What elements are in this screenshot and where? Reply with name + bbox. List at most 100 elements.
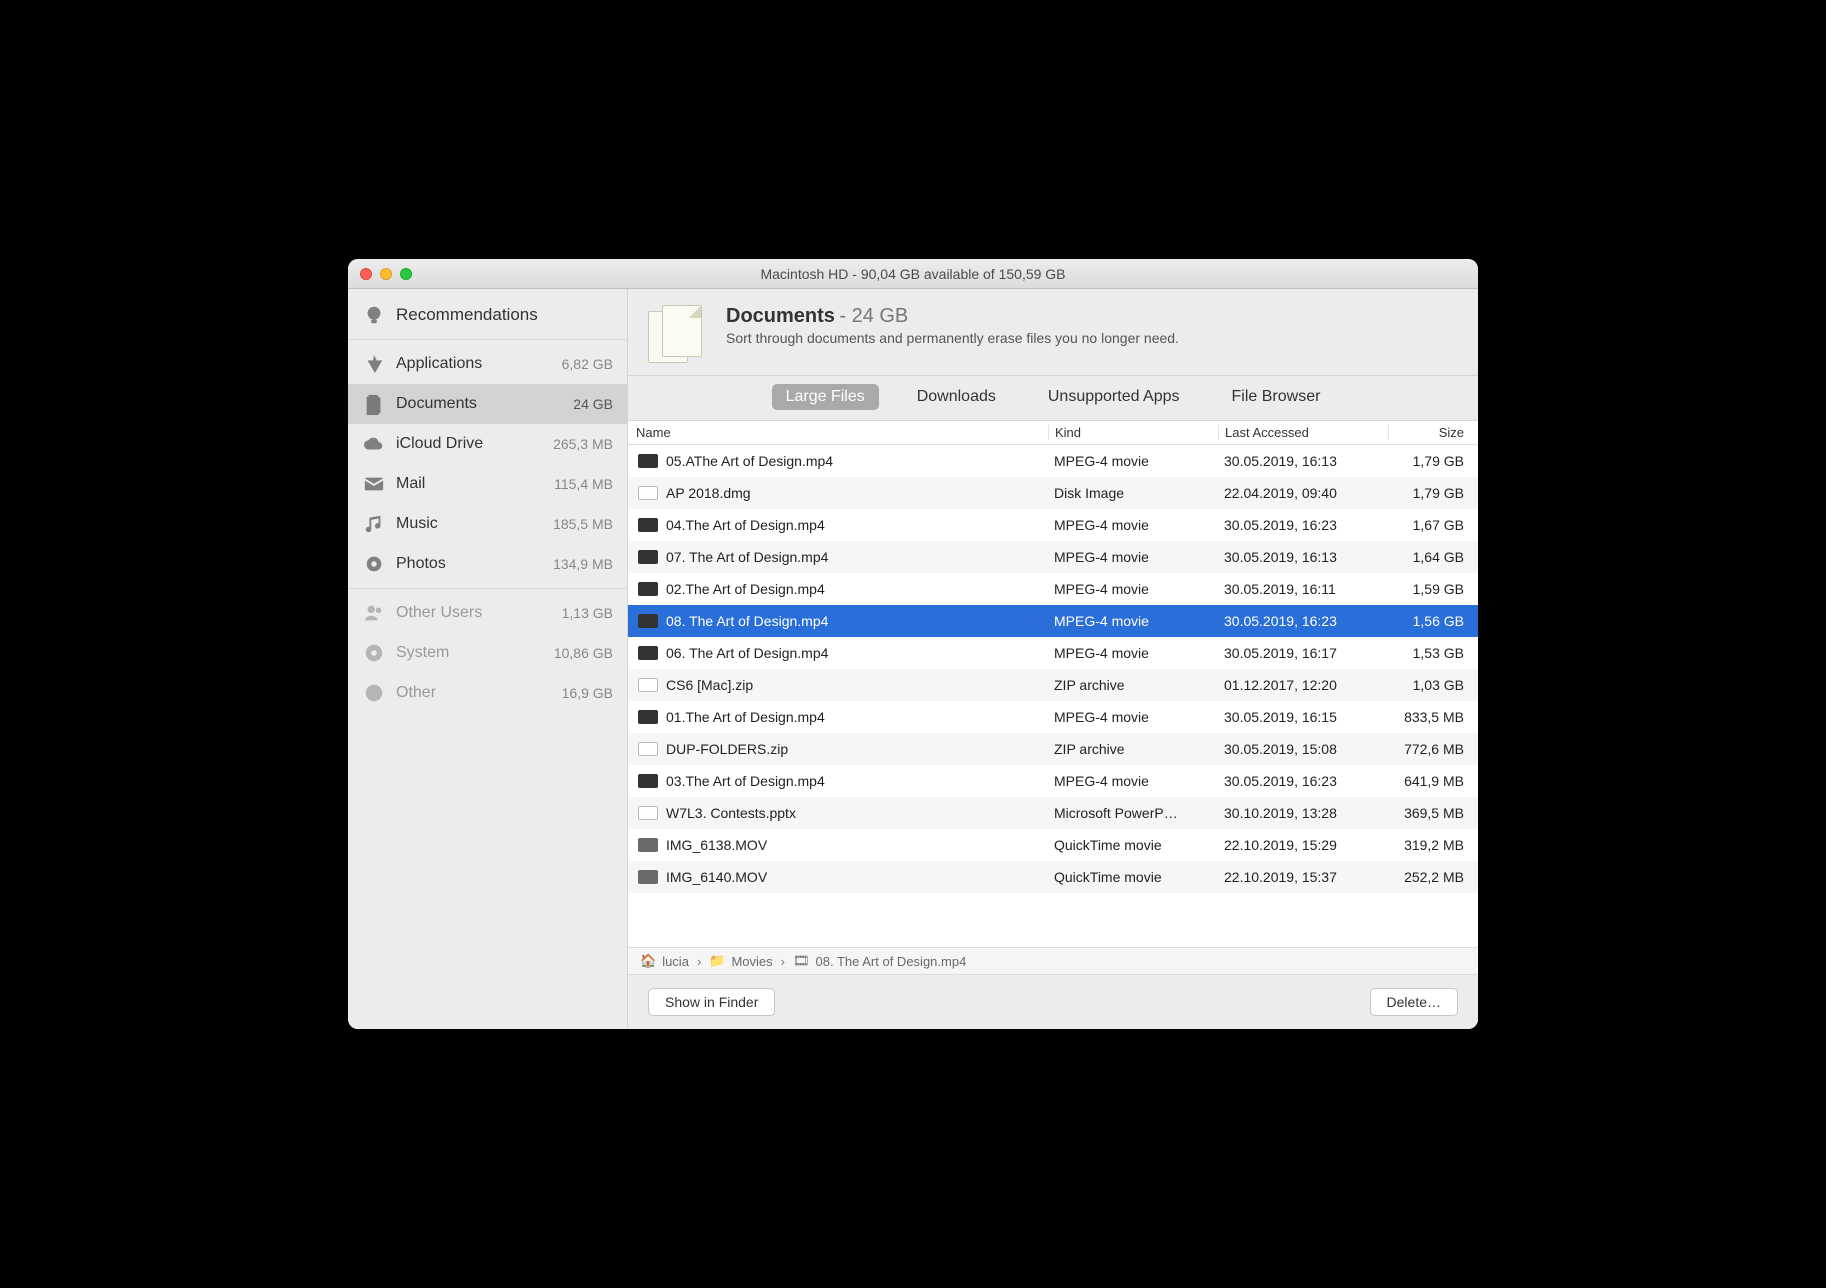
category-title: Documents: [726, 305, 835, 327]
sidebar-item-label: Documents: [396, 395, 573, 413]
sidebar-item-system[interactable]: System 10,86 GB: [348, 633, 627, 673]
documents-large-icon: [648, 305, 708, 365]
cloud-icon: [362, 432, 386, 456]
table-row[interactable]: 05.AThe Art of Design.mp4MPEG-4 movie30.…: [628, 445, 1478, 477]
sidebar-item-recommendations[interactable]: Recommendations: [348, 295, 627, 335]
path-bar: 🏠 lucia 📁 Movies 🎞 08. The Art of Design…: [628, 947, 1478, 975]
file-size: 1,03 GB: [1388, 677, 1478, 693]
table-row[interactable]: IMG_6138.MOVQuickTime movie22.10.2019, 1…: [628, 829, 1478, 861]
sidebar-item-size: 6,82 GB: [562, 356, 613, 372]
mail-icon: [362, 472, 386, 496]
photos-icon: [362, 552, 386, 576]
path-segment[interactable]: 08. The Art of Design.mp4: [816, 954, 967, 969]
table-row[interactable]: 04.The Art of Design.mp4MPEG-4 movie30.0…: [628, 509, 1478, 541]
delete-button[interactable]: Delete…: [1370, 988, 1458, 1016]
sidebar-item-size: 265,3 MB: [553, 436, 613, 452]
home-icon: 🏠: [640, 953, 656, 969]
file-type-icon: [638, 454, 658, 468]
table-row[interactable]: 02.The Art of Design.mp4MPEG-4 movie30.0…: [628, 573, 1478, 605]
table-row[interactable]: AP 2018.dmgDisk Image22.04.2019, 09:401,…: [628, 477, 1478, 509]
table-row[interactable]: IMG_6140.MOVQuickTime movie22.10.2019, 1…: [628, 861, 1478, 893]
file-name: 02.The Art of Design.mp4: [666, 581, 1048, 597]
column-header-last-accessed[interactable]: Last Accessed: [1218, 425, 1388, 440]
file-name: 03.The Art of Design.mp4: [666, 773, 1048, 789]
category-header: Documents - 24 GB Sort through documents…: [628, 289, 1478, 376]
file-kind: MPEG-4 movie: [1048, 581, 1218, 597]
file-name: DUP-FOLDERS.zip: [666, 741, 1048, 757]
sidebar-item-label: iCloud Drive: [396, 435, 553, 453]
sidebar-item-size: 115,4 MB: [554, 476, 613, 492]
sidebar-item-label: Photos: [396, 555, 553, 573]
sidebar-item-label: System: [396, 644, 554, 662]
folder-icon: 📁: [709, 953, 725, 969]
file-name: 06. The Art of Design.mp4: [666, 645, 1048, 661]
sidebar-item-documents[interactable]: Documents 24 GB: [348, 384, 627, 424]
table-row[interactable]: 07. The Art of Design.mp4MPEG-4 movie30.…: [628, 541, 1478, 573]
file-size: 772,6 MB: [1388, 741, 1478, 757]
file-kind: MPEG-4 movie: [1048, 453, 1218, 469]
sidebar-item-photos[interactable]: Photos 134,9 MB: [348, 544, 627, 584]
music-icon: [362, 512, 386, 536]
sidebar-item-other[interactable]: Other 16,9 GB: [348, 673, 627, 713]
file-type-icon: [638, 774, 658, 788]
category-subtitle: Sort through documents and permanently e…: [726, 330, 1179, 346]
file-size: 641,9 MB: [1388, 773, 1478, 789]
file-type-icon: [638, 806, 658, 820]
file-name: 07. The Art of Design.mp4: [666, 549, 1048, 565]
file-kind: MPEG-4 movie: [1048, 773, 1218, 789]
file-kind: QuickTime movie: [1048, 869, 1218, 885]
sidebar-item-icloud[interactable]: iCloud Drive 265,3 MB: [348, 424, 627, 464]
applications-icon: [362, 352, 386, 376]
storage-management-window: Macintosh HD - 90,04 GB available of 150…: [348, 259, 1478, 1029]
file-last-accessed: 30.05.2019, 16:15: [1218, 709, 1388, 725]
table-row[interactable]: CS6 [Mac].zipZIP archive01.12.2017, 12:2…: [628, 669, 1478, 701]
column-header-kind[interactable]: Kind: [1048, 425, 1218, 440]
file-size: 833,5 MB: [1388, 709, 1478, 725]
tab-large-files[interactable]: Large Files: [772, 384, 879, 410]
file-kind: ZIP archive: [1048, 741, 1218, 757]
table-row[interactable]: 08. The Art of Design.mp4MPEG-4 movie30.…: [628, 605, 1478, 637]
chevron-right-icon: [779, 954, 787, 969]
file-kind: Microsoft PowerP…: [1048, 805, 1218, 821]
file-type-icon: [638, 614, 658, 628]
documents-icon: [362, 392, 386, 416]
sidebar-item-label: Other: [396, 684, 562, 702]
lightbulb-icon: [362, 303, 386, 327]
footer-bar: Show in Finder Delete…: [628, 975, 1478, 1029]
file-last-accessed: 01.12.2017, 12:20: [1218, 677, 1388, 693]
window-title: Macintosh HD - 90,04 GB available of 150…: [348, 266, 1478, 282]
file-size: 1,56 GB: [1388, 613, 1478, 629]
sidebar-item-other-users[interactable]: Other Users 1,13 GB: [348, 593, 627, 633]
sidebar-item-label: Recommendations: [396, 305, 613, 325]
column-header-name[interactable]: Name: [628, 425, 1048, 440]
path-segment[interactable]: Movies: [731, 954, 772, 969]
sidebar-item-label: Other Users: [396, 604, 562, 622]
table-row[interactable]: 03.The Art of Design.mp4MPEG-4 movie30.0…: [628, 765, 1478, 797]
file-name: 04.The Art of Design.mp4: [666, 517, 1048, 533]
users-icon: [362, 601, 386, 625]
sidebar-item-mail[interactable]: Mail 115,4 MB: [348, 464, 627, 504]
tab-file-browser[interactable]: File Browser: [1218, 384, 1335, 410]
table-row[interactable]: 01.The Art of Design.mp4MPEG-4 movie30.0…: [628, 701, 1478, 733]
table-row[interactable]: 06. The Art of Design.mp4MPEG-4 movie30.…: [628, 637, 1478, 669]
sidebar-item-size: 24 GB: [573, 396, 613, 412]
sidebar-separator: [348, 588, 627, 589]
path-segment[interactable]: lucia: [662, 954, 689, 969]
table-row[interactable]: W7L3. Contests.pptxMicrosoft PowerP…30.1…: [628, 797, 1478, 829]
file-last-accessed: 30.05.2019, 16:23: [1218, 773, 1388, 789]
show-in-finder-button[interactable]: Show in Finder: [648, 988, 775, 1016]
sidebar-item-music[interactable]: Music 185,5 MB: [348, 504, 627, 544]
tab-unsupported-apps[interactable]: Unsupported Apps: [1034, 384, 1194, 410]
file-name: 01.The Art of Design.mp4: [666, 709, 1048, 725]
sidebar-item-applications[interactable]: Applications 6,82 GB: [348, 344, 627, 384]
file-kind: QuickTime movie: [1048, 837, 1218, 853]
sidebar-item-size: 10,86 GB: [554, 645, 613, 661]
file-last-accessed: 30.05.2019, 16:11: [1218, 581, 1388, 597]
column-header-size[interactable]: Size: [1388, 425, 1478, 440]
file-name: AP 2018.dmg: [666, 485, 1048, 501]
file-size: 1,79 GB: [1388, 485, 1478, 501]
chevron-right-icon: [695, 954, 703, 969]
tab-downloads[interactable]: Downloads: [903, 384, 1010, 410]
file-last-accessed: 30.05.2019, 16:13: [1218, 453, 1388, 469]
table-row[interactable]: DUP-FOLDERS.zipZIP archive30.05.2019, 15…: [628, 733, 1478, 765]
